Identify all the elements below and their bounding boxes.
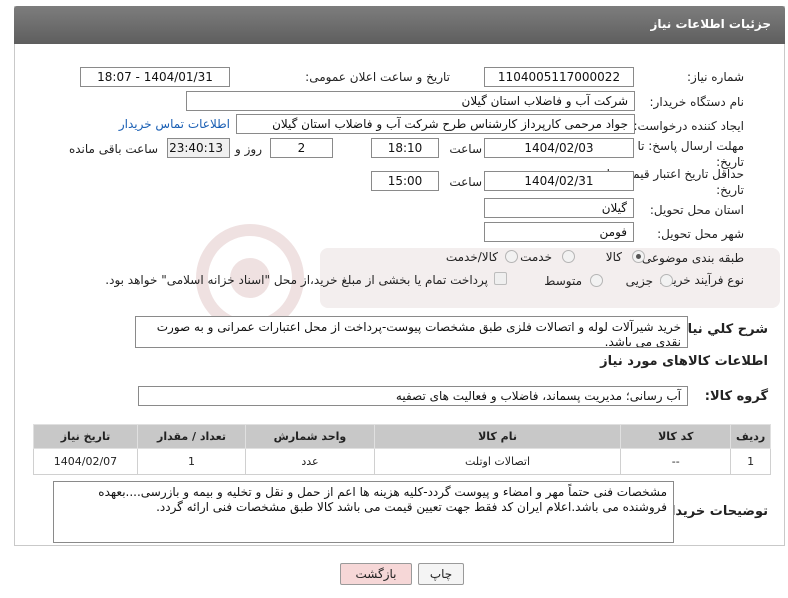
process-minor-radio[interactable] xyxy=(660,274,673,287)
cell-name: اتصالات اوتلت xyxy=(373,448,622,475)
validity-time-field: 15:00 xyxy=(371,171,439,191)
cell-qty: 1 xyxy=(136,448,247,475)
items-table: ردیف کد کالا نام کالا واحد شمارش تعداد /… xyxy=(33,424,771,475)
process-medium-radio[interactable] xyxy=(590,274,603,287)
table-row: 1 -- اتصالات اوتلت عدد 1 1404/02/07 xyxy=(33,448,771,475)
buyer-notes-label: توضیحات خریدار: xyxy=(658,504,768,519)
category-service-label: خدمت xyxy=(520,250,552,264)
deadline-date-field: 1404/02/03 xyxy=(484,138,634,158)
category-goods-radio[interactable] xyxy=(632,250,645,263)
back-button[interactable]: بازگشت xyxy=(340,563,412,585)
col-qty-header: تعداد / مقدار xyxy=(136,424,247,449)
city-field: فومن xyxy=(484,222,634,242)
deadline-time-field: 18:10 xyxy=(371,138,439,158)
buyer-org-label: نام دستگاه خریدار: xyxy=(649,95,745,109)
col-unit-header: واحد شمارش xyxy=(245,424,375,449)
panel-header: جزئیات اطلاعات نیاز xyxy=(14,6,785,44)
treasury-payment-checkbox[interactable] xyxy=(494,272,507,285)
goods-group-label: گروه کالا: xyxy=(704,389,768,404)
col-name-header: نام کالا xyxy=(373,424,622,449)
province-field: گیلان xyxy=(484,198,634,218)
process-minor-label: جزیی xyxy=(625,274,653,288)
remaining-time-field: 23:40:13 xyxy=(167,138,230,158)
col-date-header: تاریخ نیاز xyxy=(33,424,138,449)
col-code-header: کد کالا xyxy=(620,424,732,449)
print-button[interactable]: چاپ xyxy=(418,563,464,585)
buyer-contact-link[interactable]: اطلاعات تماس خریدار xyxy=(119,117,230,131)
days-label: روز و xyxy=(235,142,262,156)
summary-label: شرح كلي نياز: xyxy=(674,322,768,337)
validity-date-field: 1404/02/31 xyxy=(484,171,634,191)
goods-info-title: اطلاعات کالاهای مورد نیاز xyxy=(600,354,768,369)
cell-row: 1 xyxy=(730,448,771,475)
announce-field: 1404/01/31 - 18:07 xyxy=(80,67,230,87)
category-goods-service-label: کالا/خدمت xyxy=(445,250,498,264)
creator-field: جواد مرحمی کارپرداز کارشناس طرح شرکت آب … xyxy=(236,114,635,134)
announce-label: تاریخ و ساعت اعلان عمومی: xyxy=(305,70,450,84)
city-label: شهر محل تحویل: xyxy=(657,227,744,241)
summary-field: خرید شیرآلات لوله و اتصالات فلزی طبق مشخ… xyxy=(135,316,688,348)
buyer-notes-field: مشخصات فنی حتماً مهر و امضاء و پیوست گرد… xyxy=(53,481,674,543)
category-label: طبقه بندی موضوعی: xyxy=(637,251,744,265)
cell-code: -- xyxy=(620,448,732,475)
buyer-org-field: شرکت آب و فاضلاب استان گیلان xyxy=(186,91,635,111)
payment-note: پرداخت تمام یا بخشی از مبلغ خرید،از محل … xyxy=(105,273,488,287)
province-label: استان محل تحویل: xyxy=(649,203,744,217)
days-field: 2 xyxy=(270,138,333,158)
validity-time-label: ساعت xyxy=(449,175,482,189)
category-goods-label: کالا xyxy=(605,250,622,264)
category-goods-service-radio[interactable] xyxy=(505,250,518,263)
goods-group-field: آب رسانی؛ مدیریت پسماند، فاضلاب و فعالیت… xyxy=(138,386,688,406)
table-header-row: ردیف کد کالا نام کالا واحد شمارش تعداد /… xyxy=(33,424,771,449)
col-row-header: ردیف xyxy=(730,424,771,449)
need-number-field: 1104005117000022 xyxy=(484,67,634,87)
remaining-label: ساعت باقی مانده xyxy=(68,142,158,156)
process-medium-label: متوسط xyxy=(544,274,582,288)
creator-label: ایجاد کننده درخواست: xyxy=(633,119,744,133)
deadline-time-label: ساعت xyxy=(449,142,482,156)
need-number-label: شماره نیاز: xyxy=(687,70,744,84)
cell-date: 1404/02/07 xyxy=(33,448,138,475)
cell-unit: عدد xyxy=(245,448,375,475)
category-service-radio[interactable] xyxy=(562,250,575,263)
